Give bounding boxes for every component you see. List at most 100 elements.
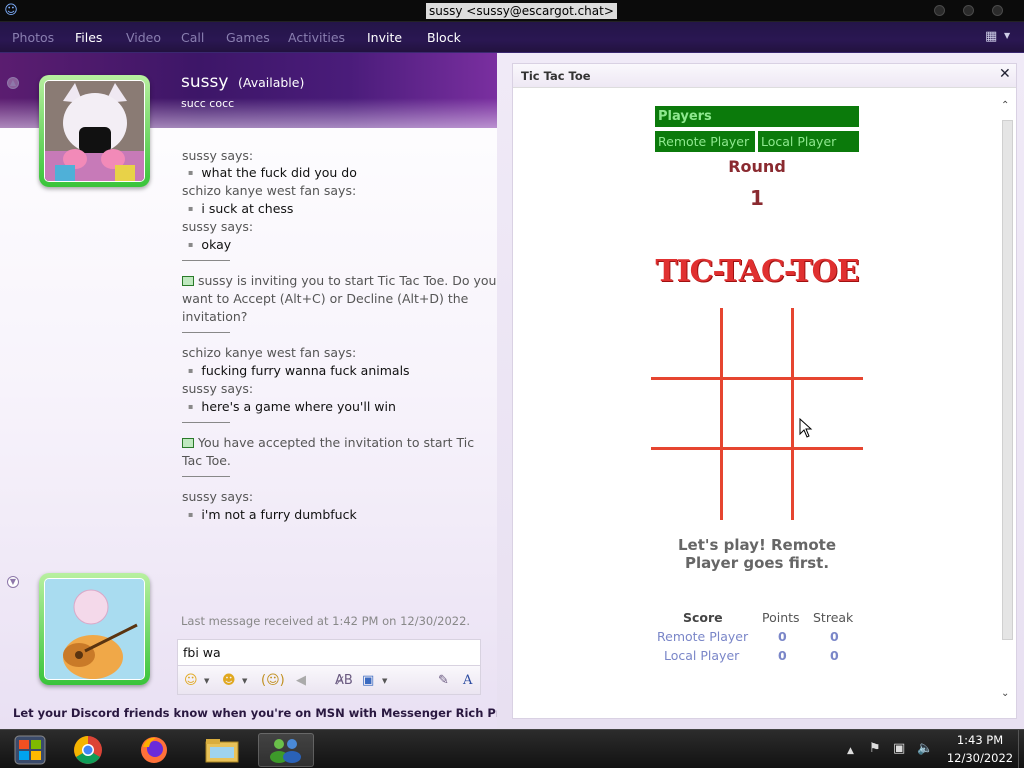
minimize-button[interactable] bbox=[934, 5, 945, 16]
background-icon[interactable]: ▣ bbox=[362, 674, 374, 688]
chrome-icon bbox=[74, 736, 102, 764]
message-line: i'm not a furry dumbfuck bbox=[188, 506, 356, 526]
menu-files[interactable]: Files bbox=[75, 30, 102, 45]
taskbar-app[interactable] bbox=[3, 733, 59, 767]
message-line: i suck at chess bbox=[188, 200, 293, 220]
remote-player-button[interactable]: Remote Player bbox=[655, 131, 755, 152]
last-message-info: Last message received at 1:42 PM on 12/3… bbox=[181, 614, 471, 628]
wink-dropdown-icon[interactable]: ▼ bbox=[242, 677, 247, 685]
game-status-line-2: Player goes first. bbox=[684, 554, 830, 572]
mouse-cursor-icon bbox=[799, 418, 813, 438]
game-board[interactable] bbox=[651, 308, 863, 520]
menu-invite[interactable]: Invite bbox=[367, 30, 402, 45]
activity-title: Tic Tac Toe bbox=[521, 69, 591, 83]
grid-line bbox=[791, 308, 794, 520]
menu-games[interactable]: Games bbox=[226, 30, 270, 45]
score-header: Score bbox=[683, 610, 723, 625]
invitation-accepted-text: You have accepted the invitation to star… bbox=[182, 435, 475, 468]
background-dropdown-icon[interactable]: ▼ bbox=[382, 677, 387, 685]
contact-status: (Available) bbox=[238, 75, 305, 90]
menu-call[interactable]: Call bbox=[181, 30, 204, 45]
message-sender: sussy says: bbox=[182, 381, 254, 396]
grid-line bbox=[651, 377, 863, 380]
points-header: Points bbox=[762, 610, 800, 625]
my-avatar-picture bbox=[44, 578, 145, 680]
scrollbar-thumb[interactable] bbox=[1002, 120, 1013, 640]
message-sender: sussy says: bbox=[182, 148, 254, 163]
maximize-button[interactable] bbox=[963, 5, 974, 16]
taskbar-app-active[interactable] bbox=[258, 733, 314, 767]
message-sender: sussy says: bbox=[182, 489, 254, 504]
chevron-up-icon[interactable]: ▲ bbox=[847, 744, 854, 758]
close-activity-button[interactable]: ✕ bbox=[999, 66, 1011, 82]
message-line: what the fuck did you do bbox=[188, 164, 356, 184]
contact-name: sussy bbox=[181, 72, 229, 92]
emoticon-dropdown-icon[interactable]: ▼ bbox=[204, 677, 209, 685]
layout-icon[interactable]: ▦ bbox=[985, 29, 999, 45]
show-desktop-button[interactable] bbox=[1018, 730, 1024, 768]
menu-video[interactable]: Video bbox=[126, 30, 161, 45]
close-window-button[interactable] bbox=[992, 5, 1003, 16]
message-separator bbox=[182, 332, 230, 333]
envelope-icon bbox=[182, 438, 194, 448]
my-avatar[interactable] bbox=[39, 573, 150, 685]
contact-photo-icon bbox=[45, 81, 144, 181]
clock-time[interactable]: 1:43 PM bbox=[950, 733, 1010, 747]
guitar-avatar-icon bbox=[45, 579, 144, 679]
chevron-up-icon[interactable]: ⌃ bbox=[1001, 100, 1009, 111]
messenger-app-icon[interactable]: ☺ bbox=[3, 3, 19, 19]
envelope-icon bbox=[182, 276, 194, 286]
message-separator bbox=[182, 260, 230, 261]
taskbar-app[interactable] bbox=[60, 733, 116, 767]
volume-icon[interactable]: 🔈 bbox=[917, 742, 933, 756]
message-separator bbox=[182, 476, 230, 477]
window-title-bar[interactable]: ☺ sussy <sussy@escargot.chat> bbox=[0, 0, 1024, 22]
formatting-toolbar: ☺ ▼ ☻ ▼ (☺) ◀ A̷B ▣ ▼ ✎ A bbox=[177, 665, 481, 695]
handwriting-icon[interactable]: ✎ bbox=[438, 674, 449, 688]
message-input-text[interactable]: fbi wa bbox=[183, 645, 221, 660]
message-input[interactable]: fbi wa bbox=[177, 639, 481, 665]
text-mode-icon[interactable]: A bbox=[463, 674, 472, 688]
menu-activities[interactable]: Activities bbox=[288, 30, 345, 45]
emoticon-icon[interactable]: ☺ bbox=[184, 674, 198, 688]
score-row-points: 0 bbox=[778, 648, 787, 663]
voice-clip-icon[interactable]: ◀ bbox=[296, 674, 306, 688]
message-line: here's a game where you'll win bbox=[188, 398, 395, 418]
invitation-notice: sussy is inviting you to start Tic Tac T… bbox=[182, 272, 500, 326]
font-icon[interactable]: A̷B bbox=[335, 674, 353, 688]
chevron-down-icon[interactable]: ▼ bbox=[1004, 31, 1010, 40]
file-explorer-icon bbox=[205, 739, 239, 763]
firefox-icon bbox=[141, 737, 167, 763]
advertisement-text[interactable]: Let your Discord friends know when you'r… bbox=[13, 706, 529, 720]
round-number: 1 bbox=[750, 186, 764, 210]
contact-personal-message: succ cocc bbox=[181, 97, 235, 110]
chevron-down-icon[interactable]: ⌄ bbox=[1001, 688, 1009, 699]
activity-scrollbar[interactable]: ⌃ ⌄ bbox=[1000, 98, 1015, 710]
invitation-notice: You have accepted the invitation to star… bbox=[182, 434, 482, 470]
flag-icon[interactable]: ⚑ bbox=[869, 742, 881, 756]
message-line: okay bbox=[188, 236, 231, 256]
menu-block[interactable]: Block bbox=[427, 30, 461, 45]
message-sender: schizo kanye west fan says: bbox=[182, 183, 357, 198]
invitation-text: sussy is inviting you to start Tic Tac T… bbox=[182, 273, 497, 324]
collapse-self-button[interactable]: ▼ bbox=[7, 576, 19, 588]
menu-photos[interactable]: Photos bbox=[12, 30, 54, 45]
messenger-contacts-icon bbox=[270, 739, 301, 763]
grid-line bbox=[651, 447, 863, 450]
network-icon[interactable]: ▣ bbox=[893, 742, 905, 756]
contact-avatar[interactable] bbox=[39, 75, 150, 187]
clock-date[interactable]: 12/30/2022 bbox=[942, 751, 1018, 765]
contact-avatar-picture bbox=[44, 80, 145, 182]
taskbar-app[interactable] bbox=[194, 733, 250, 767]
nudge-icon[interactable]: (☺) bbox=[261, 674, 285, 688]
players-header: Players bbox=[655, 106, 859, 127]
wink-icon[interactable]: ☻ bbox=[222, 674, 236, 688]
window-title: sussy <sussy@escargot.chat> bbox=[426, 3, 617, 19]
round-label: Round bbox=[728, 157, 786, 176]
taskbar-app[interactable] bbox=[126, 733, 182, 767]
taskbar: ▲ ⚑ ▣ 🔈 1:43 PM 12/30/2022 bbox=[0, 729, 1024, 768]
tic-tac-toe-logo: TIC-TAC-TOE bbox=[655, 254, 859, 289]
message-separator bbox=[182, 422, 230, 423]
local-player-button[interactable]: Local Player bbox=[758, 131, 859, 152]
collapse-contact-button[interactable]: ▲ bbox=[7, 77, 19, 89]
